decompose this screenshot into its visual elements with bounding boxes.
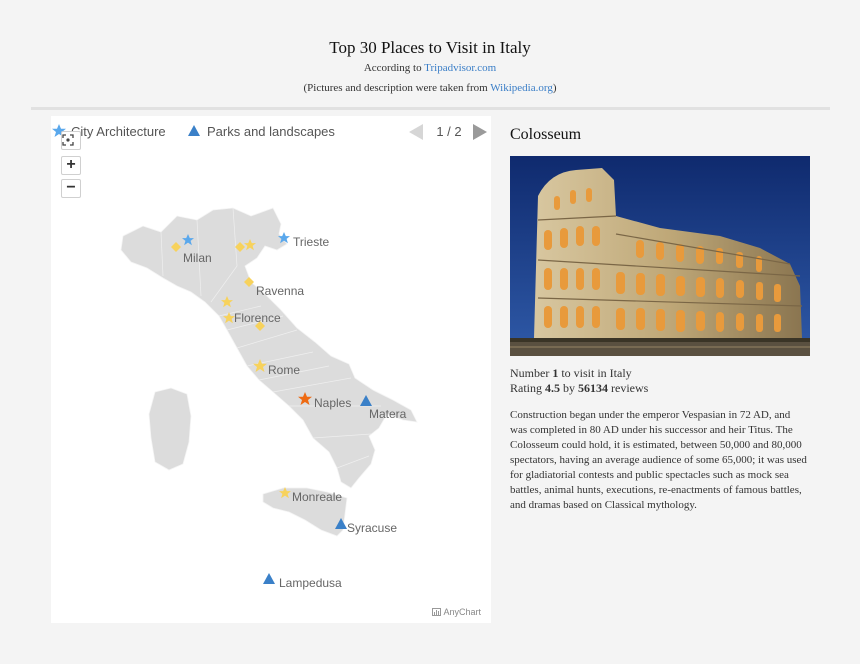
pictures-suffix: ) bbox=[552, 82, 557, 94]
label-lampedusa: Lampedusa bbox=[279, 576, 342, 590]
rank-prefix: Number bbox=[510, 366, 553, 380]
review-count: 56134 bbox=[578, 381, 608, 395]
chart-logo-icon bbox=[432, 608, 442, 616]
place-description: Construction began under the emperor Ves… bbox=[510, 409, 807, 511]
zoom-in-button[interactable]: + bbox=[61, 156, 81, 175]
colosseum-illustration bbox=[510, 156, 810, 356]
prev-page-icon[interactable] bbox=[409, 124, 423, 140]
label-florence: Florence bbox=[234, 311, 281, 325]
page-indicator: 1 / 2 bbox=[436, 124, 462, 139]
anychart-credit[interactable]: AnyChart bbox=[432, 607, 481, 617]
place-stats: Number 1 to visit in Italy Rating 4.5 by… bbox=[510, 366, 810, 396]
legend-triangle-marker-icon[interactable] bbox=[188, 125, 200, 136]
wikipedia-link[interactable]: Wikipedia.org bbox=[490, 82, 553, 94]
zoom-out-button[interactable]: − bbox=[61, 179, 81, 198]
tripadvisor-link[interactable]: Tripadvisor.com bbox=[424, 62, 496, 74]
rank-suffix: to visit in Italy bbox=[558, 366, 632, 380]
label-monreale: Monreale bbox=[292, 490, 342, 504]
label-rome: Rome bbox=[268, 363, 300, 377]
page-title: Top 30 Places to Visit in Italy bbox=[329, 38, 531, 57]
rating-line: Rating 4.5 by 56134 reviews bbox=[510, 381, 810, 396]
rank-line: Number 1 to visit in Italy bbox=[510, 366, 810, 381]
header-divider bbox=[31, 107, 830, 110]
label-trieste: Trieste bbox=[293, 235, 330, 249]
credit-text: AnyChart bbox=[443, 607, 481, 617]
fit-to-screen-icon bbox=[62, 134, 74, 146]
label-ravenna: Ravenna bbox=[256, 284, 304, 298]
rating-value: 4.5 bbox=[545, 381, 560, 395]
label-naples: Naples bbox=[314, 396, 351, 410]
label-syracuse: Syracuse bbox=[347, 521, 397, 535]
source-line: According to Tripadvisor.com bbox=[0, 62, 860, 74]
italy-map-canvas[interactable]: Milan Trieste Ravenna Florence Rome Napl… bbox=[51, 116, 491, 623]
source-prefix: According to bbox=[363, 62, 425, 74]
legend-label-city-architecture: City Architecture bbox=[71, 124, 166, 139]
sardinia-shape bbox=[148, 387, 192, 471]
pictures-credit-line: (Pictures and description were taken fro… bbox=[0, 82, 860, 94]
label-milan: Milan bbox=[183, 251, 212, 265]
colosseum-photo bbox=[510, 156, 810, 356]
rating-mid: by bbox=[560, 381, 578, 395]
italy-map[interactable]: Milan Trieste Ravenna Florence Rome Napl… bbox=[51, 116, 491, 623]
label-matera: Matera bbox=[369, 407, 407, 421]
fit-to-screen-button[interactable] bbox=[61, 131, 81, 150]
pictures-prefix: (Pictures and description were taken fro… bbox=[303, 82, 491, 94]
next-page-icon[interactable] bbox=[473, 124, 487, 140]
lampedusa-triangle-marker[interactable] bbox=[263, 573, 275, 584]
legend-pager: 1 / 2 bbox=[409, 122, 491, 142]
place-detail-panel: Colosseum Number 1 to visit in Italy Rat… bbox=[510, 116, 810, 513]
rating-prefix: Rating bbox=[510, 381, 545, 395]
place-title: Colosseum bbox=[510, 126, 582, 143]
reviews-suffix: reviews bbox=[608, 381, 649, 395]
legend-label-parks: Parks and landscapes bbox=[207, 124, 335, 139]
